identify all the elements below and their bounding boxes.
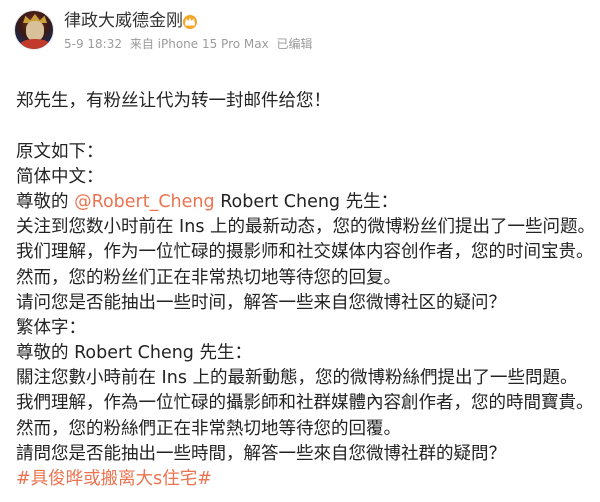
simplified-line: 关注到您数小时前在 Ins 上的最新动态，您的微博粉丝们提出了一些问题。 xyxy=(16,217,595,238)
avatar-face-shape xyxy=(26,21,44,41)
vip-crown-icon xyxy=(183,15,197,29)
simplified-line: 请问您是否能抽出一些时间，解答一些来自您微博社区的疑问？ xyxy=(16,292,506,313)
original-label: 原文如下： xyxy=(16,141,104,162)
post-header: 律政大威德金刚 5-9 18:32 来自 iPhone 15 Pro Max 已… xyxy=(14,6,586,62)
simplified-line: 我们理解，作为一位忙碌的摄影师和社交媒体内容创作者，您的时间宝贵。 xyxy=(16,242,594,263)
simplified-label: 简体中文： xyxy=(16,166,104,187)
post-edited-label[interactable]: 已编辑 xyxy=(277,37,313,51)
greeting-line: 郑先生，有粉丝让代为转一封邮件给您！ xyxy=(16,91,331,112)
salutation-prefix: 尊敬的 xyxy=(16,191,75,212)
traditional-line: 我們理解，作為一位忙碌的攝影師和社群媒體內容創作者，您的時間寶貴。 xyxy=(16,393,594,414)
post-content: 郑先生，有粉丝让代为转一封邮件给您！ 原文如下： 简体中文： 尊敬的 @Robe… xyxy=(16,64,595,492)
hashtag-link[interactable]: #具俊晔或搬离大s住宅# xyxy=(16,467,586,492)
post-date: 5-9 18:32 xyxy=(64,37,122,51)
simplified-line: 然而，您的粉丝们正在非常热切地等待您的回复。 xyxy=(16,267,401,288)
traditional-line: 然而，您的粉絲們正在非常熱切地等待您的回覆。 xyxy=(16,418,401,439)
salutation-suffix: Robert Cheng 先生： xyxy=(214,191,399,212)
username[interactable]: 律政大威德金刚 xyxy=(64,10,183,32)
avatar-robe-shape xyxy=(19,39,51,49)
post-source: 来自 iPhone 15 Pro Max xyxy=(129,37,269,51)
traditional-line: 請問您是否能抽出一些時間，解答一些來自您微博社群的疑問？ xyxy=(16,443,506,464)
traditional-line: 關注您數小時前在 Ins 上的最新動態，您的微博粉絲們提出了一些問題。 xyxy=(16,368,578,389)
traditional-salutation: 尊敬的 Robert Cheng 先生： xyxy=(16,343,252,364)
traditional-label: 繁体字： xyxy=(16,317,86,338)
simplified-salutation: 尊敬的 @Robert_Cheng Robert Cheng 先生： xyxy=(16,190,586,215)
post-meta: 5-9 18:32 来自 iPhone 15 Pro Max 已编辑 xyxy=(64,36,317,52)
mention-link[interactable]: @Robert_Cheng xyxy=(74,192,215,212)
avatar[interactable] xyxy=(14,10,54,50)
